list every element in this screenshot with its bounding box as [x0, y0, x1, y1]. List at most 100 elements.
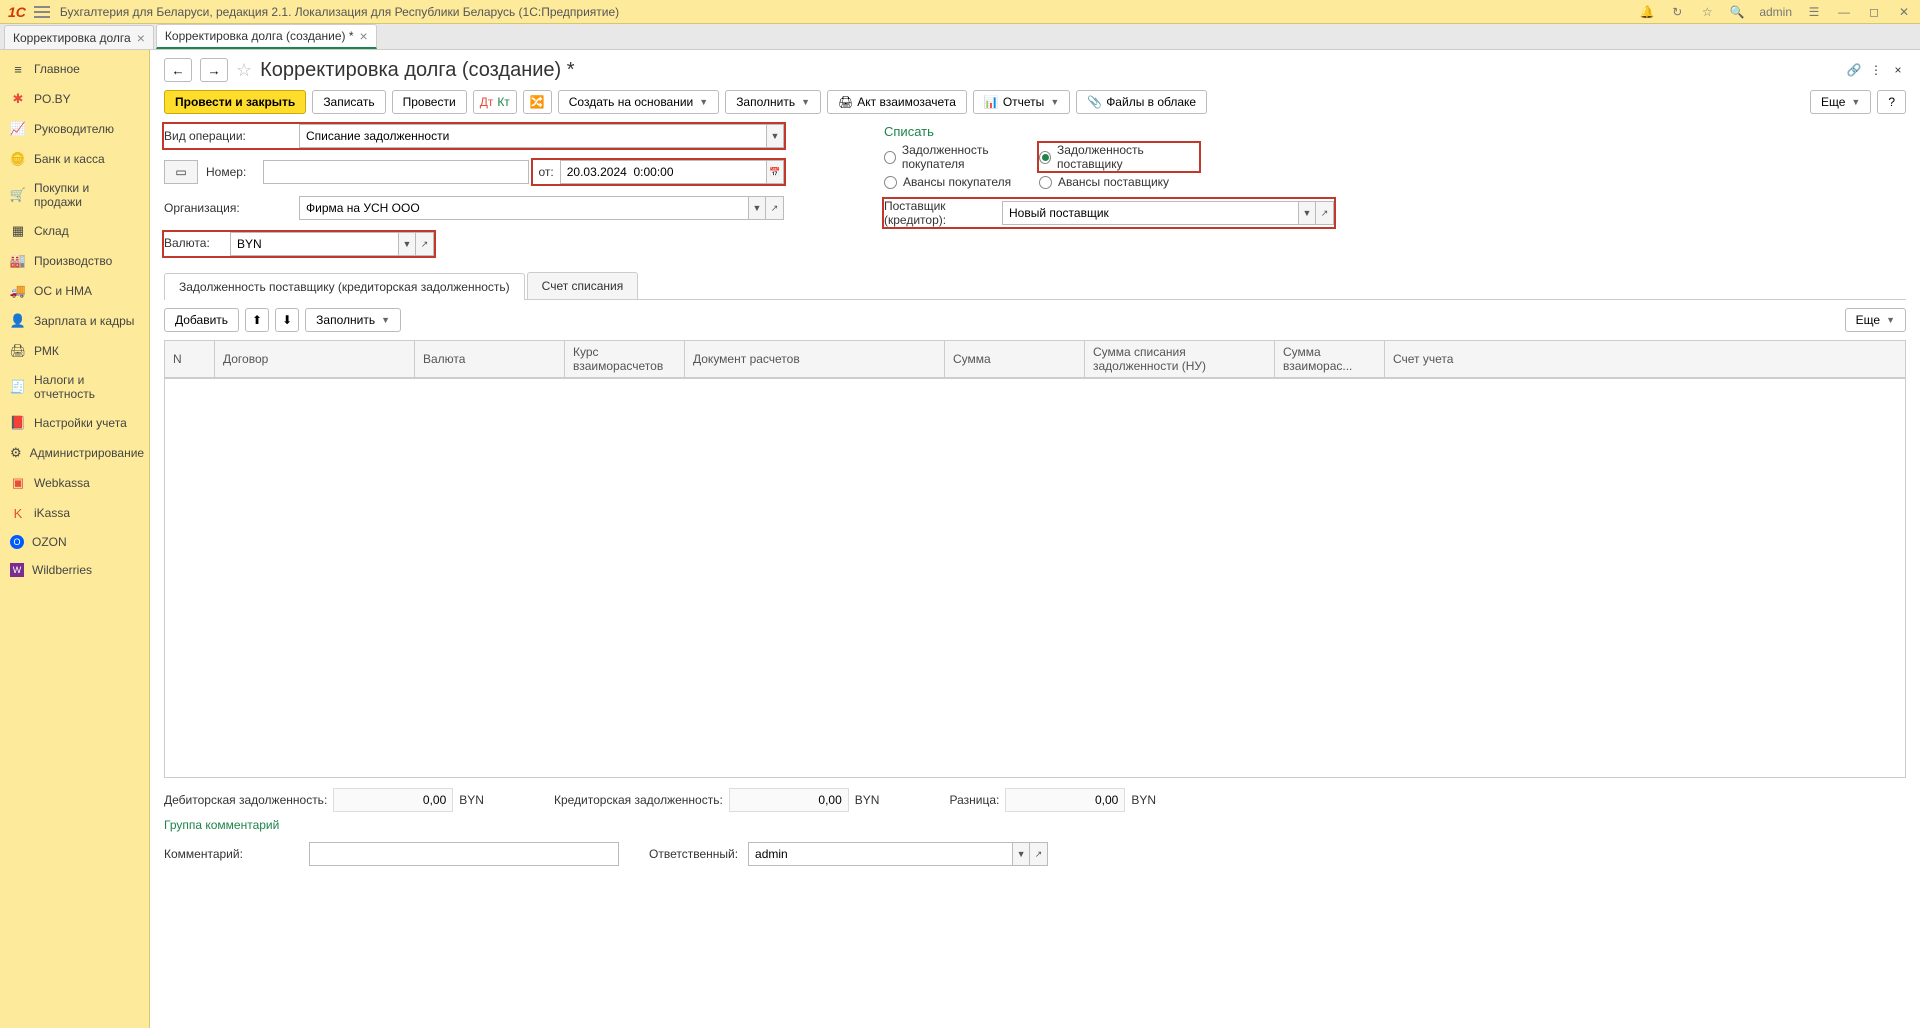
move-down-button[interactable]: ⬇	[275, 308, 299, 332]
back-button[interactable]: ←	[164, 58, 192, 82]
dropdown-icon[interactable]: ▼	[398, 232, 416, 256]
dropdown-icon[interactable]: ▼	[1012, 842, 1030, 866]
currency-input[interactable]	[230, 232, 398, 256]
forward-button[interactable]: →	[200, 58, 228, 82]
book-icon: 📕	[10, 415, 26, 431]
close-icon[interactable]: ×	[137, 30, 145, 46]
kebab-icon[interactable]: ⋮	[1868, 62, 1884, 78]
maximize-icon[interactable]: ◻	[1866, 4, 1882, 20]
post-and-close-button[interactable]: Провести и закрыть	[164, 90, 306, 114]
sidebar-item-webkassa[interactable]: ▣Webkassa	[0, 468, 149, 498]
sidebar-item-bank[interactable]: 🪙Банк и касса	[0, 144, 149, 174]
sidebar-item-admin[interactable]: ⚙Администрирование	[0, 438, 149, 468]
create-based-button[interactable]: Создать на основании▼	[558, 90, 719, 114]
dropdown-icon[interactable]: ▼	[748, 196, 766, 220]
col-contract[interactable]: Договор	[215, 341, 415, 378]
app-logo: 1C	[8, 4, 26, 20]
bell-icon[interactable]: 🔔	[1639, 4, 1655, 20]
col-sum[interactable]: Сумма	[945, 341, 1085, 378]
sidebar-item-warehouse[interactable]: ▦Склад	[0, 216, 149, 246]
act-button[interactable]: 🖨 Акт взаимозачета	[827, 90, 967, 114]
sidebar-item-sales[interactable]: 🛒Покупки и продажи	[0, 174, 149, 216]
tabstrip: Корректировка долга × Корректировка долг…	[0, 24, 1920, 50]
col-sum-nu[interactable]: Сумма списания задолженности (НУ)	[1085, 341, 1275, 378]
sidebar-item-ozon[interactable]: OOZON	[0, 528, 149, 556]
date-label: от:	[533, 165, 560, 179]
col-currency[interactable]: Валюта	[415, 341, 565, 378]
dt-kt-button[interactable]: ДтКт	[473, 90, 517, 114]
subtab-writeoff-account[interactable]: Счет списания	[527, 272, 639, 299]
sidebar-item-production[interactable]: 🏭Производство	[0, 246, 149, 276]
move-up-button[interactable]: ⬆	[245, 308, 269, 332]
main-menu-icon[interactable]	[34, 6, 50, 18]
col-doc[interactable]: Документ расчетов	[685, 341, 945, 378]
sidebar-item-wildberries[interactable]: WWildberries	[0, 556, 149, 584]
files-button[interactable]: 📎 Файлы в облаке	[1076, 90, 1207, 114]
diff-label: Разница:	[949, 793, 999, 807]
open-icon[interactable]: ↗	[766, 196, 784, 220]
history-icon[interactable]: ↻	[1669, 4, 1685, 20]
open-icon[interactable]: ↗	[416, 232, 434, 256]
sidebar-item-assets[interactable]: 🚚ОС и НМА	[0, 276, 149, 306]
doc-icon: 🧾	[10, 379, 26, 395]
table-more-button[interactable]: Еще▼	[1845, 308, 1906, 332]
user-label[interactable]: admin	[1759, 5, 1792, 19]
comment-input[interactable]	[309, 842, 619, 866]
mode-icon[interactable]: ▭	[164, 160, 198, 184]
org-input[interactable]	[299, 196, 748, 220]
home-icon: ≡	[10, 61, 26, 77]
open-icon[interactable]: ↗	[1030, 842, 1048, 866]
sidebar-item-rmk[interactable]: 🖨РМК	[0, 336, 149, 366]
radio-supplier-advance[interactable]: Авансы поставщику	[1039, 175, 1199, 189]
favorite-icon[interactable]: ☆	[236, 60, 252, 81]
col-sum-mutual[interactable]: Сумма взаиморас...	[1275, 341, 1385, 378]
fill-table-button[interactable]: Заполнить▼	[305, 308, 401, 332]
tab-debt-correction[interactable]: Корректировка долга ×	[4, 25, 154, 49]
sidebar-item-settings[interactable]: 📕Настройки учета	[0, 408, 149, 438]
dropdown-icon[interactable]: ▼	[766, 124, 784, 148]
sidebar-item-taxes[interactable]: 🧾Налоги и отчетность	[0, 366, 149, 408]
operation-input[interactable]	[299, 124, 766, 148]
responsible-input[interactable]	[748, 842, 1012, 866]
sidebar-item-salary[interactable]: 👤Зарплата и кадры	[0, 306, 149, 336]
add-row-button[interactable]: Добавить	[164, 308, 239, 332]
dropdown-icon[interactable]: ▼	[1298, 201, 1316, 225]
tab-debt-correction-create[interactable]: Корректировка долга (создание) * ×	[156, 24, 377, 49]
link-icon[interactable]: 🔗	[1846, 62, 1862, 78]
supplier-input[interactable]	[1002, 201, 1298, 225]
close-icon[interactable]: ×	[360, 28, 368, 44]
close-icon[interactable]: ×	[1890, 62, 1906, 78]
close-window-icon[interactable]: ✕	[1896, 4, 1912, 20]
comment-label: Комментарий:	[164, 847, 299, 861]
record-button[interactable]: Записать	[312, 90, 385, 114]
fill-button[interactable]: Заполнить▼	[725, 90, 821, 114]
more-button[interactable]: Еще▼	[1810, 90, 1871, 114]
col-account[interactable]: Счет учета	[1385, 341, 1906, 378]
structure-button[interactable]: 🔀	[523, 90, 552, 114]
settings-icon[interactable]: ☰	[1806, 4, 1822, 20]
sidebar-item-main[interactable]: ≡Главное	[0, 54, 149, 84]
search-icon[interactable]: 🔍	[1729, 4, 1745, 20]
col-rate[interactable]: Курс взаиморасчетов	[565, 341, 685, 378]
radio-buyer-debt[interactable]: Задолженность покупателя	[884, 143, 1039, 171]
post-button[interactable]: Провести	[392, 90, 467, 114]
group-comment-link[interactable]: Группа комментарий	[164, 818, 279, 832]
calendar-icon[interactable]: 📅	[766, 160, 784, 184]
sidebar-item-manager[interactable]: 📈Руководителю	[0, 114, 149, 144]
table-body-empty[interactable]	[164, 378, 1906, 778]
debit-currency: BYN	[459, 793, 484, 807]
open-icon[interactable]: ↗	[1316, 201, 1334, 225]
radio-buyer-advance[interactable]: Авансы покупателя	[884, 175, 1039, 189]
minimize-icon[interactable]: —	[1836, 4, 1852, 20]
sidebar-item-ikassa[interactable]: KiKassa	[0, 498, 149, 528]
subtab-creditor-debt[interactable]: Задолженность поставщику (кредиторская з…	[164, 273, 525, 300]
number-input[interactable]	[263, 160, 529, 184]
star-icon[interactable]: ☆	[1699, 4, 1715, 20]
radio-supplier-debt[interactable]: Задолженность поставщику	[1039, 143, 1199, 171]
date-input[interactable]	[560, 160, 766, 184]
sidebar-item-poby[interactable]: ✱PO.BY	[0, 84, 149, 114]
wk-icon: ▣	[10, 475, 26, 491]
col-n[interactable]: N	[165, 341, 215, 378]
help-button[interactable]: ?	[1877, 90, 1906, 114]
reports-button[interactable]: 📊 Отчеты▼	[973, 90, 1070, 114]
